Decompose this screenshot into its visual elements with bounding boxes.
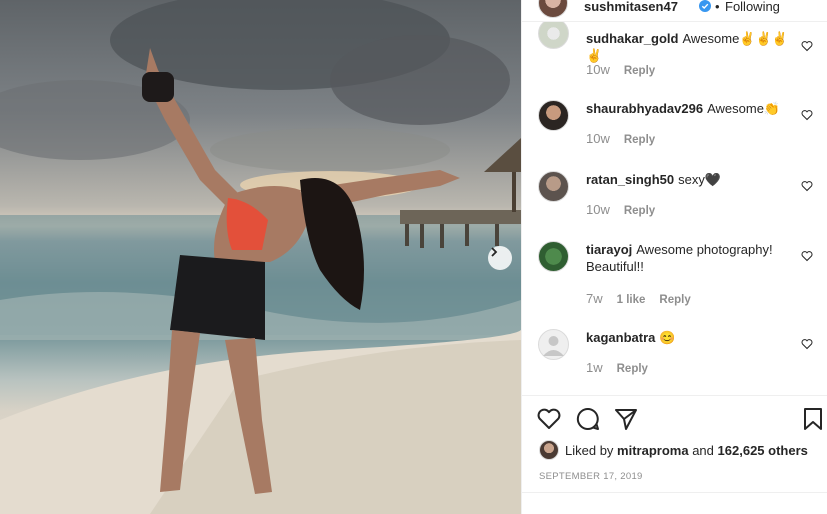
- comment-time[interactable]: 10w: [586, 202, 610, 217]
- comment-username[interactable]: sudhakar_gold: [586, 31, 678, 46]
- share-icon[interactable]: [613, 406, 639, 432]
- comment-icon[interactable]: [575, 406, 601, 432]
- comment-text: kaganbatra 😊: [586, 330, 676, 345]
- liked-by-user[interactable]: mitraproma: [617, 443, 689, 458]
- reply-button[interactable]: Reply: [624, 205, 655, 217]
- comment-text: shaurabhyadav296 Awesome👏: [586, 101, 781, 116]
- liked-by-and: and: [692, 442, 714, 458]
- avatar[interactable]: [538, 22, 569, 49]
- beach-scene: [0, 0, 521, 514]
- chevron-right-icon: [491, 247, 498, 257]
- reply-button[interactable]: Reply: [659, 294, 690, 306]
- post-date[interactable]: SEPTEMBER 17, 2019: [539, 471, 643, 482]
- comment-meta: 10w Reply: [586, 131, 655, 146]
- avatar[interactable]: [538, 329, 569, 360]
- post-side-panel: sudhakar_gold Awesome✌️✌️✌️✌️ 10w Reply s…: [521, 0, 827, 514]
- reply-button[interactable]: Reply: [624, 134, 655, 146]
- post-photo: [0, 0, 521, 514]
- reply-button[interactable]: Reply: [624, 65, 655, 77]
- comment-text: tiarayoj Awesome photography! Beautiful!!: [586, 242, 773, 274]
- following-button[interactable]: Following: [725, 0, 780, 14]
- comment-meta: 10w Reply: [586, 62, 655, 77]
- avatar[interactable]: [539, 440, 559, 460]
- comment-text: ratan_singh50 sexy🖤: [586, 172, 722, 187]
- avatar[interactable]: [538, 171, 569, 202]
- liked-by: Liked by mitraproma and 162,625 others: [539, 440, 808, 460]
- comment-time[interactable]: 7w: [586, 291, 603, 306]
- comment-time[interactable]: 1w: [586, 360, 603, 375]
- divider: [522, 492, 827, 493]
- like-comment-heart-icon[interactable]: [801, 109, 813, 121]
- like-comment-heart-icon[interactable]: [801, 180, 813, 192]
- comment-username[interactable]: shaurabhyadav296: [586, 101, 703, 116]
- comment-time[interactable]: 10w: [586, 62, 610, 77]
- comment-meta: 1w Reply: [586, 360, 648, 375]
- comment-like-count[interactable]: 1 like: [617, 294, 646, 306]
- avatar[interactable]: [538, 100, 569, 131]
- comment-username[interactable]: tiarayoj: [586, 242, 632, 257]
- verified-badge-icon: [699, 0, 711, 12]
- avatar[interactable]: [538, 0, 568, 18]
- comment-time[interactable]: 10w: [586, 131, 610, 146]
- likes-count[interactable]: 162,625 others: [718, 443, 808, 458]
- comment-meta: 10w Reply: [586, 202, 655, 217]
- like-comment-heart-icon[interactable]: [801, 250, 813, 262]
- comments-list: sudhakar_gold Awesome✌️✌️✌️✌️ 10w Reply s…: [522, 22, 827, 395]
- bookmark-icon[interactable]: [802, 406, 824, 432]
- heart-icon[interactable]: [536, 406, 562, 432]
- like-comment-heart-icon[interactable]: [801, 40, 813, 52]
- comment-username[interactable]: ratan_singh50: [586, 172, 674, 187]
- comment-text: sudhakar_gold Awesome✌️✌️✌️✌️: [586, 31, 788, 63]
- comment-meta: 7w 1 like Reply: [586, 291, 691, 306]
- post-username[interactable]: sushmitasen47: [584, 0, 678, 14]
- comment-username[interactable]: kaganbatra: [586, 330, 655, 345]
- liked-by-label: Liked by: [565, 442, 614, 458]
- post-header: sushmitasen47 • Following: [522, 0, 827, 22]
- separator-dot: •: [715, 0, 720, 14]
- post-actions: Liked by mitraproma and 162,625 others S…: [522, 395, 827, 514]
- default-avatar-icon: [543, 336, 564, 356]
- next-photo-button[interactable]: [488, 246, 512, 270]
- avatar[interactable]: [538, 241, 569, 272]
- reply-button[interactable]: Reply: [617, 363, 648, 375]
- like-comment-heart-icon[interactable]: [801, 338, 813, 350]
